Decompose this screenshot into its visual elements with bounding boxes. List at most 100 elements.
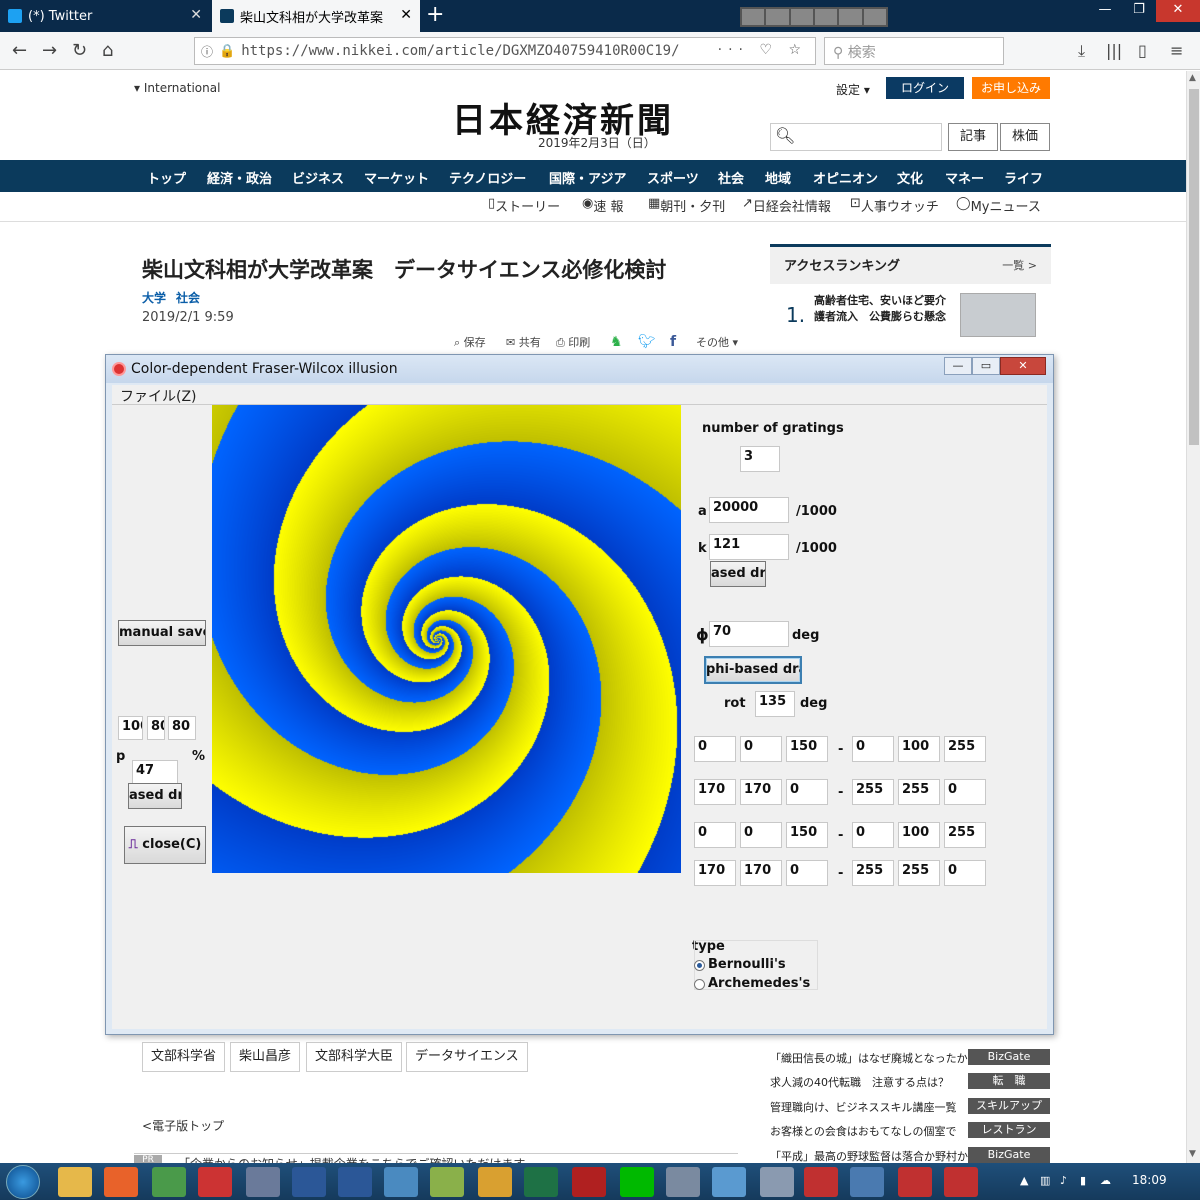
color-r1-c4[interactable]: 0 <box>852 736 894 762</box>
evernote-icon[interactable]: ♞ <box>610 334 623 350</box>
color-r3-c1[interactable]: 0 <box>694 822 736 848</box>
subnav-item-paper[interactable]: ▦ 朝刊・夕刊 <box>648 196 725 215</box>
r-icon[interactable] <box>666 1167 700 1197</box>
color-r1-c6[interactable]: 255 <box>944 736 986 762</box>
page-scrollbar[interactable]: ▲ ▼ <box>1186 71 1200 1163</box>
color-r4-c5[interactable]: 255 <box>898 860 940 886</box>
save-button[interactable]: ⌕ 保存 <box>454 334 486 350</box>
excel-icon[interactable] <box>524 1167 558 1197</box>
nav-item[interactable]: マーケット <box>364 168 429 187</box>
color-r2-c6[interactable]: 0 <box>944 779 986 805</box>
nav-item[interactable]: マネー <box>945 168 984 187</box>
tag-button[interactable]: 文部科学省 <box>142 1042 226 1072</box>
reload-icon[interactable]: ↻ <box>72 40 87 61</box>
app-icon[interactable] <box>246 1167 280 1197</box>
color-r3-c2[interactable]: 0 <box>740 822 782 848</box>
new-tab-button[interactable]: + <box>426 2 444 27</box>
sidebar-icon[interactable]: ▯ <box>1138 41 1147 60</box>
color-r4-c6[interactable]: 0 <box>944 860 986 886</box>
explorer-icon[interactable] <box>58 1167 92 1197</box>
download-icon[interactable]: ⤓ <box>1078 41 1085 61</box>
nav-item[interactable]: ライフ <box>1004 168 1043 187</box>
color-r2-c5[interactable]: 255 <box>898 779 940 805</box>
pr-link[interactable]: 「企業からのお知らせ」掲載企業をこちらでご確認いただけます <box>178 1155 525 1163</box>
chrome-icon[interactable] <box>152 1167 186 1197</box>
rot-input[interactable]: 135 <box>755 691 795 717</box>
radio-label-archimedes[interactable]: Archemedes's <box>708 976 810 991</box>
start-button[interactable] <box>6 1165 40 1199</box>
maximize-button[interactable]: ▭ <box>972 357 1000 375</box>
nav-item[interactable]: 国際・アジア <box>549 168 626 187</box>
app-icon[interactable] <box>766 9 789 25</box>
rank-thumbnail[interactable] <box>960 293 1036 337</box>
twitter-share-icon[interactable]: 🐦︎ <box>638 334 656 350</box>
app-icon[interactable] <box>850 1167 884 1197</box>
ad-link[interactable]: 「平成」最高の野球監督は落合か野村か <box>770 1148 968 1163</box>
nav-item[interactable]: 文化 <box>897 168 923 187</box>
color-r3-c4[interactable]: 0 <box>852 822 894 848</box>
login-button[interactable]: ログイン <box>886 77 964 99</box>
scroll-down-icon[interactable]: ▼ <box>1189 1149 1196 1159</box>
print-button[interactable]: ⎙ 印刷 <box>556 334 590 350</box>
rank-item-link[interactable]: 高齢者住宅、安いほど要介護者流入 公費膨らむ懸念 <box>814 293 954 325</box>
scroll-up-icon[interactable]: ▲ <box>1189 73 1196 83</box>
app-icon[interactable] <box>863 9 886 25</box>
color-r3-c6[interactable]: 255 <box>944 822 986 848</box>
search-stocks-button[interactable]: 株価 <box>1000 123 1050 151</box>
based-draw-button-right[interactable]: ased dr <box>710 561 766 587</box>
share-button[interactable]: ✉ 共有 <box>506 334 541 350</box>
color-r4-c3[interactable]: 0 <box>786 860 828 886</box>
battery-icon[interactable]: ▮ <box>1080 1174 1086 1187</box>
network-icon[interactable]: ▥ <box>1040 1174 1050 1187</box>
tab-nikkei[interactable]: 柴山文科相が大学改革案 ✕ <box>212 0 420 32</box>
close-icon[interactable]: ✕ <box>190 7 202 23</box>
k-input[interactable]: 121 <box>709 534 789 560</box>
url-bar[interactable]: ⓘ 🔒 https://www.nikkei.com/article/DGXMZ… <box>194 37 816 65</box>
page-actions[interactable]: ··· ♡ ☆ <box>718 42 807 58</box>
ad-link[interactable]: お客様との会食はおもてなしの個室で <box>770 1123 956 1139</box>
radio-archimedes[interactable] <box>694 979 705 990</box>
tag-button[interactable]: 柴山昌彦 <box>230 1042 301 1072</box>
color-r3-c3[interactable]: 150 <box>786 822 828 848</box>
more-share-button[interactable]: その他 ▾ <box>696 334 738 350</box>
category-link[interactable]: 社会 <box>176 289 200 306</box>
color-r1-c2[interactable]: 0 <box>740 736 782 762</box>
scroll-thumb[interactable] <box>1189 89 1199 445</box>
color-r1-c3[interactable]: 150 <box>786 736 828 762</box>
search-app-icon[interactable] <box>478 1167 512 1197</box>
subnav-item-mynews[interactable]: ◯ Myニュース <box>956 196 1041 215</box>
close-button[interactable]: ⎍ close(C) <box>124 826 206 864</box>
a-input[interactable]: 20000 <box>709 497 789 523</box>
app-icon[interactable] <box>944 1167 978 1197</box>
search-articles-button[interactable]: 記事 <box>948 123 998 151</box>
tab-twitter[interactable]: (*) Twitter ✕ <box>0 0 210 32</box>
back-icon[interactable]: ← <box>12 40 27 61</box>
nav-item[interactable]: スポーツ <box>647 168 699 187</box>
back-to-top-link[interactable]: <電子版トップ <box>142 1117 224 1134</box>
radio-label-bernoulli[interactable]: Bernoulli's <box>708 957 786 972</box>
nav-item[interactable]: 経済・政治 <box>207 168 272 187</box>
cloud-icon[interactable]: ☁ <box>1100 1174 1111 1187</box>
color-r4-c2[interactable]: 170 <box>740 860 782 886</box>
minimize-button[interactable]: — <box>944 357 972 375</box>
close-icon[interactable]: ✕ <box>400 7 412 23</box>
color-r4-c4[interactable]: 255 <box>852 860 894 886</box>
minimize-button[interactable]: — <box>1088 0 1122 22</box>
nav-item[interactable]: ビジネス <box>292 168 344 187</box>
color-r3-c5[interactable]: 100 <box>898 822 940 848</box>
nav-item[interactable]: トップ <box>147 168 186 187</box>
close-window-button[interactable]: ✕ <box>1000 357 1046 375</box>
color-r2-c3[interactable]: 0 <box>786 779 828 805</box>
based-draw-button-left[interactable]: ased dr <box>128 783 182 809</box>
settings-link[interactable]: 設定 ▾ <box>836 81 870 98</box>
subnav-item-people[interactable]: ⊡ 人事ウオッチ <box>850 196 939 215</box>
app-icon[interactable] <box>742 9 765 25</box>
forward-icon[interactable]: → <box>42 40 57 61</box>
site-search-input[interactable]: 🔍︎ <box>770 123 942 151</box>
app-icon[interactable] <box>814 9 838 25</box>
color-r1-c1[interactable]: 0 <box>694 736 736 762</box>
app-title-bar[interactable]: Color-dependent Fraser-Wilcox illusion —… <box>106 355 1053 383</box>
manual-save-button[interactable]: manual save <box>118 620 206 646</box>
p-input[interactable]: 47 <box>132 760 178 784</box>
tag-button[interactable]: データサイエンス <box>406 1042 528 1072</box>
